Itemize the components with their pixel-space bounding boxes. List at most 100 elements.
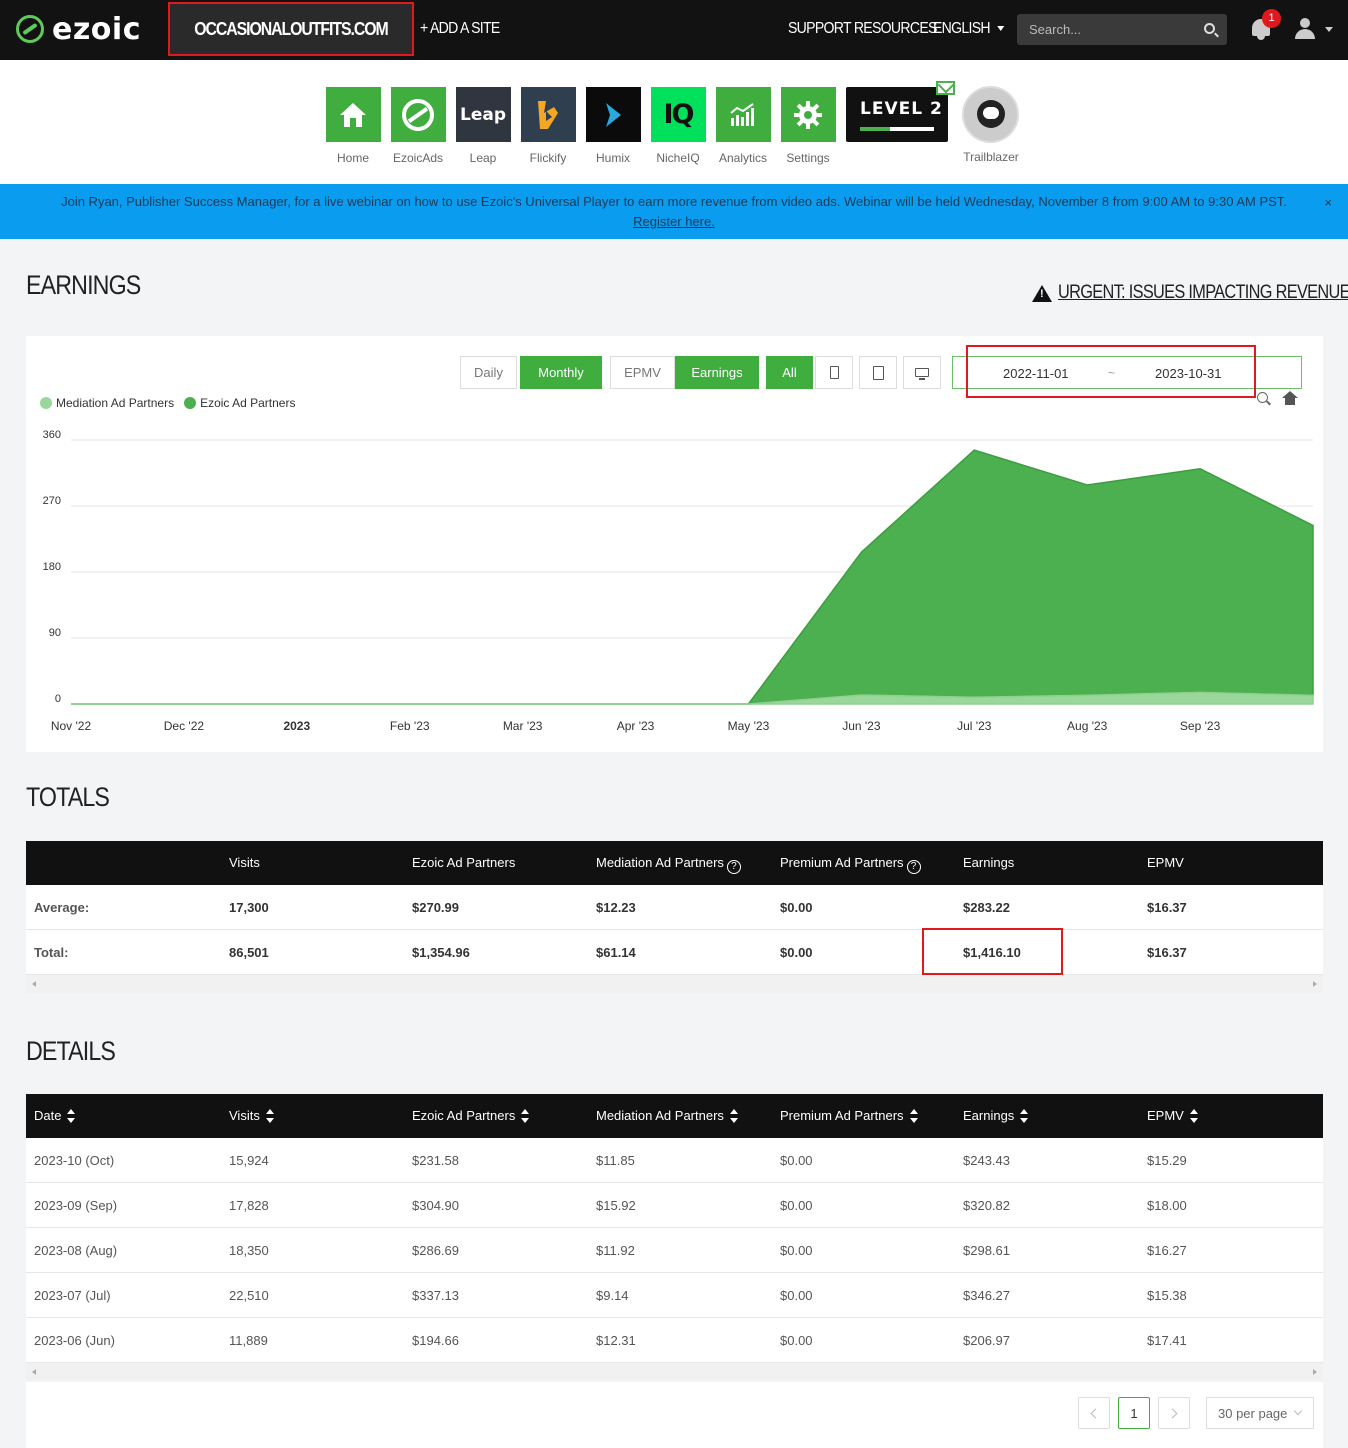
support-resources-link[interactable]: SUPPORT RESOURCES <box>788 20 937 38</box>
app-label: Leap <box>469 151 497 165</box>
cell-mediation: $15.92 <box>596 1198 636 1213</box>
cell-earnings: $206.97 <box>963 1333 1010 1348</box>
home-icon <box>340 102 366 127</box>
ezoic-logo-icon <box>16 15 44 43</box>
header-label: Mediation Ad Partners <box>596 1108 724 1123</box>
cell-premium: $0.00 <box>780 1198 813 1213</box>
table-row: 2023-08 (Aug) 18,350 $286.69 $11.92 $0.0… <box>26 1228 1323 1273</box>
app-label: Analytics <box>718 151 768 165</box>
x-tick-label: Aug '23 <box>1067 719 1108 733</box>
nicheiq-app-tile: IQ <box>650 87 706 142</box>
cell-premium: $0.00 <box>780 900 813 915</box>
x-tick-label: Dec '22 <box>164 719 205 733</box>
webinar-banner: Join Ryan, Publisher Success Manager, fo… <box>0 184 1348 239</box>
sort-icon <box>521 1109 530 1123</box>
cell-earnings: $298.61 <box>963 1243 1010 1258</box>
table-row: 2023-10 (Oct) 15,924 $231.58 $11.85 $0.0… <box>26 1138 1323 1183</box>
sort-by-earnings[interactable]: Earnings <box>963 1108 1029 1123</box>
cell-mediation: $11.92 <box>596 1243 635 1258</box>
header-label: Earnings <box>963 1108 1015 1123</box>
mail-icon[interactable] <box>936 81 955 95</box>
table-row: 2023-09 (Sep) 17,828 $304.90 $15.92 $0.0… <box>26 1183 1323 1228</box>
help-icon[interactable]: ? <box>726 860 741 874</box>
cell-date: 2023-08 (Aug) <box>34 1243 118 1258</box>
cell-visits: 86,501 <box>229 945 269 960</box>
site-selector-tab[interactable]: OCCASIONALOUTFITS.COM <box>168 2 414 56</box>
ezoic-logo[interactable]: ezoic <box>16 11 141 47</box>
cell-mediation: $12.31 <box>596 1333 636 1348</box>
app-home[interactable]: Home <box>325 87 381 165</box>
row-label: Average: <box>34 900 90 915</box>
ezoic-ads-icon <box>402 98 434 131</box>
humix-app-tile <box>585 87 641 142</box>
app-leap[interactable]: Leap Leap <box>455 87 511 165</box>
site-name: OCCASIONALOUTFITS.COM <box>194 18 388 39</box>
app-humix[interactable]: Humix <box>585 87 641 165</box>
help-icon[interactable]: ? <box>906 860 921 874</box>
cell-epmv: $16.37 <box>1147 900 1187 915</box>
app-label: Settings <box>786 151 830 165</box>
sort-by-epmv[interactable]: EPMV <box>1147 1108 1198 1123</box>
cell-visits: 18,350 <box>229 1243 269 1258</box>
cell-epmv: $16.37 <box>1147 945 1187 960</box>
cell-ezoic: $1,354.96 <box>412 945 470 960</box>
sort-by-mediation[interactable]: Mediation Ad Partners <box>596 1108 738 1123</box>
ezoicads-app-tile <box>390 87 446 142</box>
app-launcher-bar: Home EzoicAds Leap Leap Flickify Humix I… <box>0 60 1348 184</box>
app-label: Flickify <box>529 151 567 165</box>
totals-horizontal-scrollbar[interactable] <box>26 975 1323 993</box>
cell-visits: 11,889 <box>229 1333 268 1348</box>
search-input[interactable] <box>1017 14 1197 45</box>
x-tick-label: Jul '23 <box>957 719 992 733</box>
bell-clapper <box>1257 36 1265 40</box>
level-badge[interactable]: LEVEL 2 <box>846 87 948 142</box>
details-horizontal-scrollbar[interactable] <box>26 1363 1323 1381</box>
app-ezoicads[interactable]: EzoicAds <box>390 87 446 165</box>
x-tick-label: Sep '23 <box>1180 719 1221 733</box>
earnings-chart-card: Daily Monthly EPMV Earnings All 2022-11-… <box>26 336 1323 752</box>
cell-mediation: $12.23 <box>596 900 636 915</box>
y-tick-label: 90 <box>49 627 61 639</box>
cell-ezoic: $286.69 <box>412 1243 459 1258</box>
scroll-right-arrow-icon[interactable] <box>1313 1369 1317 1375</box>
x-tick-label: Apr '23 <box>617 719 655 733</box>
sort-by-date[interactable]: Date <box>34 1108 76 1123</box>
next-page-button[interactable] <box>1158 1397 1190 1429</box>
app-flickify[interactable]: Flickify <box>520 87 576 165</box>
brand-name: ezoic <box>52 11 141 47</box>
app-label: NicheIQ <box>656 151 700 165</box>
scroll-left-arrow-icon[interactable] <box>32 1369 36 1375</box>
register-here-link[interactable]: Register here. <box>633 214 715 229</box>
user-menu-chevron-down-icon[interactable] <box>1325 27 1333 32</box>
y-tick-label: 270 <box>43 495 61 507</box>
app-analytics[interactable]: Analytics <box>715 87 771 165</box>
search-box <box>1017 14 1227 45</box>
prev-page-button[interactable] <box>1078 1397 1110 1429</box>
sort-by-ezoic[interactable]: Ezoic Ad Partners <box>412 1108 530 1123</box>
add-site-link[interactable]: + ADD A SITE <box>420 20 500 38</box>
cell-premium: $0.00 <box>780 1243 813 1258</box>
sort-by-premium[interactable]: Premium Ad Partners <box>780 1108 918 1123</box>
scroll-left-arrow-icon[interactable] <box>32 981 36 987</box>
cell-ezoic: $231.58 <box>412 1153 459 1168</box>
page-button-current[interactable]: 1 <box>1118 1397 1150 1429</box>
cell-visits: 15,924 <box>229 1153 269 1168</box>
sort-by-visits[interactable]: Visits <box>229 1108 274 1123</box>
sort-icon <box>1020 1109 1029 1123</box>
cell-mediation: $11.85 <box>596 1153 635 1168</box>
user-avatar-icon[interactable] <box>1294 18 1316 40</box>
app-settings[interactable]: Settings <box>780 87 836 165</box>
urgent-issues-link[interactable]: URGENT: ISSUES IMPACTING REVENUE (4) <box>1032 282 1348 304</box>
sort-icon <box>265 1109 274 1123</box>
app-nicheiq[interactable]: IQ NicheIQ <box>650 87 706 165</box>
search-icon[interactable] <box>1204 23 1215 34</box>
table-row: 2023-07 (Jul) 22,510 $337.13 $9.14 $0.00… <box>26 1273 1323 1318</box>
language-dropdown[interactable]: ENGLISH <box>933 20 1004 38</box>
per-page-select[interactable]: 30 per page <box>1206 1397 1314 1429</box>
table-row: 2023-06 (Jun) 11,889 $194.66 $12.31 $0.0… <box>26 1318 1323 1363</box>
close-icon[interactable]: × <box>1324 195 1332 210</box>
trailblazer-avatar[interactable] <box>962 86 1019 143</box>
analytics-icon <box>730 102 754 126</box>
scroll-right-arrow-icon[interactable] <box>1313 981 1317 987</box>
x-tick-label: Feb '23 <box>390 719 430 733</box>
